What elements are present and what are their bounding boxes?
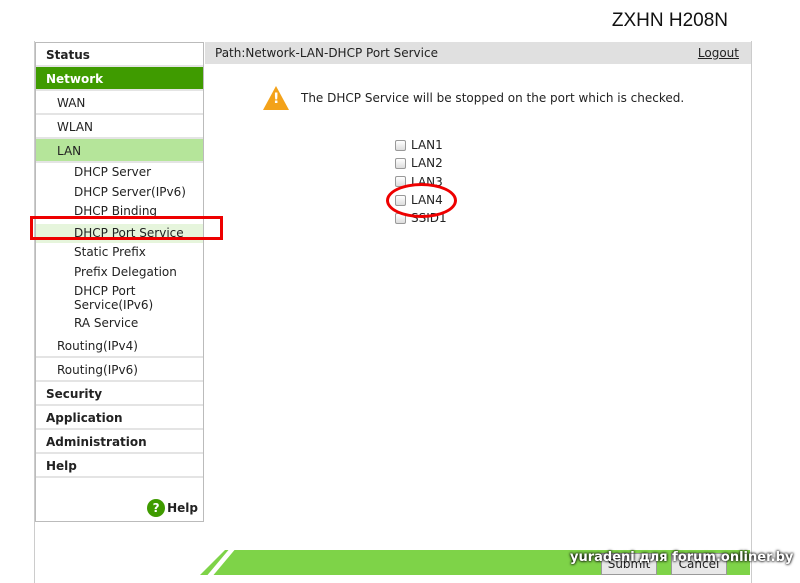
sidebar-item-wlan[interactable]: WLAN xyxy=(36,115,203,139)
sidebar-item-routing-ipv6[interactable]: Routing(IPv6) xyxy=(36,358,203,382)
checkbox-lan2[interactable] xyxy=(395,157,406,169)
sidebar-item-help[interactable]: Help xyxy=(36,454,203,478)
annotation-box xyxy=(30,216,223,240)
annotation-ellipse xyxy=(386,183,457,218)
model-name: ZXHN H208N xyxy=(611,10,728,31)
sidebar-item-status[interactable]: Status xyxy=(36,43,203,67)
watermark: yuradeni для forum.onliner.by xyxy=(570,550,794,565)
help-label: Help xyxy=(167,501,198,515)
port-label: LAN1 xyxy=(411,138,443,153)
sidebar-item-ra-service[interactable]: RA Service xyxy=(36,314,203,334)
help-icon: ? xyxy=(147,499,166,517)
path-text: Path:Network-LAN-DHCP Port Service xyxy=(215,46,438,60)
warning-message: ! The DHCP Service will be stopped on the… xyxy=(263,86,684,110)
sidebar-item-security[interactable]: Security xyxy=(36,382,203,406)
sidebar: Status Network WAN WLAN LAN DHCP Server DHCP S… xyxy=(35,42,204,522)
sidebar-item-lan[interactable]: LAN xyxy=(36,139,203,163)
sidebar-item-network[interactable]: Network xyxy=(36,67,203,91)
warning-icon: ! xyxy=(263,86,289,110)
port-lan2[interactable]: LAN2 xyxy=(395,154,447,172)
sidebar-item-application[interactable]: Application xyxy=(36,406,203,430)
checkbox-lan1[interactable] xyxy=(395,139,406,151)
help-link[interactable]: ? Help xyxy=(147,499,198,517)
sidebar-item-prefix-delegation[interactable]: Prefix Delegation xyxy=(36,263,203,283)
sidebar-item-static-prefix[interactable]: Static Prefix xyxy=(36,243,203,263)
sidebar-item-dhcp-server[interactable]: DHCP Server xyxy=(36,163,203,183)
sidebar-item-wan[interactable]: WAN xyxy=(36,91,203,115)
breadcrumb: Path:Network-LAN-DHCP Port Service Logout xyxy=(205,42,751,64)
sidebar-item-dhcp-port-service-ipv6[interactable]: DHCP Port Service(IPv6) xyxy=(36,282,156,314)
port-lan1[interactable]: LAN1 xyxy=(395,136,447,154)
logout-link[interactable]: Logout xyxy=(698,42,739,64)
warning-text: The DHCP Service will be stopped on the … xyxy=(301,91,685,105)
port-label: LAN2 xyxy=(411,156,443,171)
sidebar-item-dhcp-server-ipv6[interactable]: DHCP Server(IPv6) xyxy=(36,183,203,203)
sidebar-item-administration[interactable]: Administration xyxy=(36,430,203,454)
sidebar-item-routing-ipv4[interactable]: Routing(IPv4) xyxy=(36,334,203,358)
